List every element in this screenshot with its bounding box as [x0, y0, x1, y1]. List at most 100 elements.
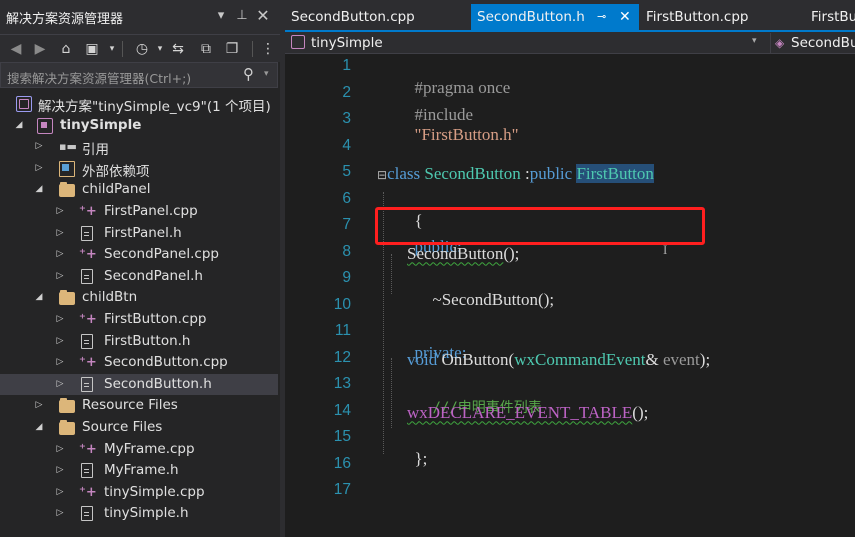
collapsed-arrow-icon[interactable]: ▷ — [33, 139, 45, 153]
cpp-file-icon: ⁺+ — [79, 204, 97, 219]
tree-item-file[interactable]: ▷ MyFrame.h — [0, 460, 278, 482]
expanded-arrow-icon[interactable]: ◢ — [33, 420, 45, 434]
cpp-file-icon: ⁺+ — [79, 441, 97, 457]
collapsed-arrow-icon[interactable]: ▷ — [54, 463, 66, 477]
collapsed-arrow-icon[interactable]: ▷ — [33, 161, 45, 175]
header-file-icon — [81, 225, 93, 241]
solution-explorer-toolbar: ◀ ▶ ⌂ ▣ ▾ ◷ ▾ ⇆ ⧉ ❐ ⋮ — [0, 34, 280, 62]
collapsed-arrow-icon[interactable]: ▷ — [54, 485, 66, 499]
expanded-arrow-icon[interactable]: ◢ — [33, 290, 45, 304]
tree-item-file[interactable]: ▷ tinySimple.h — [0, 503, 278, 525]
collapsed-arrow-icon[interactable]: ▷ — [33, 398, 45, 412]
filter-folder-icon — [59, 420, 75, 435]
toolbar-separator — [122, 41, 123, 57]
search-options-dropdown-icon[interactable]: ▾ — [264, 69, 269, 79]
tree-item-label: childBtn — [82, 289, 138, 306]
tree-item-label: 引用 — [82, 142, 109, 159]
chevron-down-icon[interactable]: ▾ — [752, 36, 757, 46]
close-icon[interactable]: ✕ — [254, 6, 272, 26]
collapsed-arrow-icon[interactable]: ▷ — [54, 204, 66, 218]
forward-icon[interactable]: ▶ — [30, 38, 50, 60]
collapsed-arrow-icon[interactable]: ▷ — [54, 247, 66, 261]
tree-item-filter-resource-files[interactable]: ▷ Resource Files — [0, 395, 278, 417]
tree-item-label: 外部依赖项 — [82, 163, 150, 180]
tree-item-file[interactable]: ▷ ⁺+ FirstPanel.cpp — [0, 201, 278, 223]
header-file-icon — [81, 506, 93, 522]
selected-base-class: FirstButton — [576, 164, 654, 183]
tree-item-file[interactable]: ▷ ⁺+ MyFrame.cpp — [0, 439, 278, 461]
tab-secondbutton-cpp[interactable]: SecondButton.cpp — [285, 4, 463, 30]
tree-item-file[interactable]: ▷ ⁺+ SecondButton.cpp — [0, 352, 278, 374]
keyword-void: void — [407, 349, 438, 369]
reference-symbol: & — [645, 349, 663, 369]
cpp-file-icon: ⁺+ — [79, 355, 97, 371]
tree-item-external-dependencies[interactable]: ▷ 外部依赖项 — [0, 158, 278, 180]
tree-item-file[interactable]: ▷ ⁺+ SecondPanel.cpp — [0, 244, 278, 266]
filter-folder-icon — [59, 290, 75, 306]
tree-item-file[interactable]: ▷ FirstButton.h — [0, 331, 278, 353]
code-editor-area: SecondButton.cpp SecondButton.h ⊸ ✕ Firs… — [285, 0, 855, 537]
switch-views-icon[interactable]: ▣ — [82, 38, 102, 60]
expanded-arrow-icon[interactable]: ◢ — [33, 182, 45, 196]
properties-icon[interactable]: ⋮ — [258, 38, 278, 60]
tab-firstbutton-cpp[interactable]: FirstButton.cpp — [640, 4, 805, 30]
tab-secondbutton-h[interactable]: SecondButton.h ⊸ ✕ — [471, 4, 639, 30]
scope-dropdown[interactable]: ◈ SecondBu — [770, 33, 855, 53]
tree-item-label: MyFrame.cpp — [104, 440, 195, 457]
destructor: ~SecondButton(); — [432, 290, 555, 309]
macro-name: wxDECLARE_EVENT_TABLE — [407, 402, 633, 422]
tree-item-file-selected[interactable]: ▷ SecondButton.h — [0, 373, 278, 396]
tree-item-filter-source-files[interactable]: ◢ Source Files — [0, 417, 278, 439]
tree-item-file[interactable]: ▷ SecondPanel.h — [0, 266, 278, 288]
project-dropdown[interactable]: tinySimple — [311, 35, 383, 51]
tree-item-filter-childpanel[interactable]: ◢ childPanel — [0, 179, 278, 201]
tree-item-file[interactable]: ▷ ⁺+ tinySimple.cpp — [0, 482, 278, 504]
tree-item-label: FirstButton.cpp — [104, 311, 207, 327]
tree-item-filter-childbtn[interactable]: ◢ childBtn — [0, 287, 278, 309]
collapse-all-icon[interactable]: ⧉ — [196, 38, 216, 60]
tab-firstbutton-h[interactable]: FirstBu — [805, 4, 855, 30]
collapsed-arrow-icon[interactable]: ▷ — [54, 226, 66, 240]
tree-item-file[interactable]: ▷ ⁺+ FirstButton.cpp — [0, 309, 278, 331]
filter-dropdown-icon[interactable]: ▾ — [150, 38, 170, 60]
tree-item-project[interactable]: ◢ tinySimple — [0, 115, 278, 137]
show-all-files-icon[interactable]: ❐ — [222, 38, 242, 60]
sync-with-document-icon[interactable]: ⇆ — [168, 38, 188, 60]
collapsed-arrow-icon[interactable]: ▷ — [54, 355, 66, 369]
pin-tab-icon[interactable]: ⊸ — [597, 4, 606, 30]
collapsed-arrow-icon[interactable]: ▷ — [54, 377, 66, 391]
cpp-file-icon: ⁺+ — [79, 247, 97, 263]
collapsed-arrow-icon[interactable]: ▷ — [54, 334, 66, 348]
header-file-icon — [81, 376, 93, 392]
home-icon[interactable]: ⌂ — [56, 38, 76, 60]
tree-item-solution[interactable]: 解决方案"tinySimple_vc9"(1 个项目) — [0, 93, 278, 115]
annotation-highlight-box — [375, 207, 705, 245]
code-text-area[interactable]: #pragma once #include "FirstButton.h" ⊟c… — [285, 54, 855, 537]
collapsed-arrow-icon[interactable]: ▷ — [54, 442, 66, 456]
collapsed-arrow-icon[interactable]: ▷ — [54, 312, 66, 326]
constructor-parens: (); — [503, 243, 520, 263]
back-icon[interactable]: ◀ — [6, 38, 26, 60]
solution-explorer-search-input[interactable]: 搜索解决方案资源管理器(Ctrl+;) ⚲ ▾ — [0, 62, 278, 88]
tree-item-label: tinySimple — [60, 116, 142, 133]
pin-icon[interactable]: ⊥ — [233, 6, 251, 26]
search-icon[interactable]: ⚲ — [243, 65, 254, 83]
header-file-icon — [81, 268, 93, 284]
expanded-arrow-icon[interactable]: ◢ — [13, 118, 25, 132]
param-name: event — [662, 349, 700, 369]
external-dependencies-icon — [59, 160, 75, 177]
collapse-region-icon[interactable]: ⊟ — [377, 168, 387, 182]
filter-folder-icon — [59, 182, 75, 198]
tree-item-references[interactable]: ▷ ▪▬ 引用 — [0, 136, 278, 158]
window-position-dropdown-icon[interactable]: ▾ — [212, 6, 230, 26]
collapsed-arrow-icon[interactable]: ▷ — [54, 269, 66, 283]
switch-views-dropdown-icon[interactable]: ▾ — [102, 38, 122, 60]
close-tab-icon[interactable]: ✕ — [619, 4, 631, 30]
code-line-8: SecondButton(); — [407, 244, 519, 264]
collapsed-arrow-icon[interactable]: ▷ — [54, 506, 66, 520]
search-placeholder: 搜索解决方案资源管理器(Ctrl+;) — [7, 71, 192, 86]
pending-changes-filter-icon[interactable]: ◷ — [132, 38, 152, 60]
tree-item-file[interactable]: ▷ FirstPanel.h — [0, 223, 278, 245]
param-type: wxCommandEvent — [514, 349, 646, 369]
tree-item-label: FirstButton.h — [104, 332, 191, 349]
